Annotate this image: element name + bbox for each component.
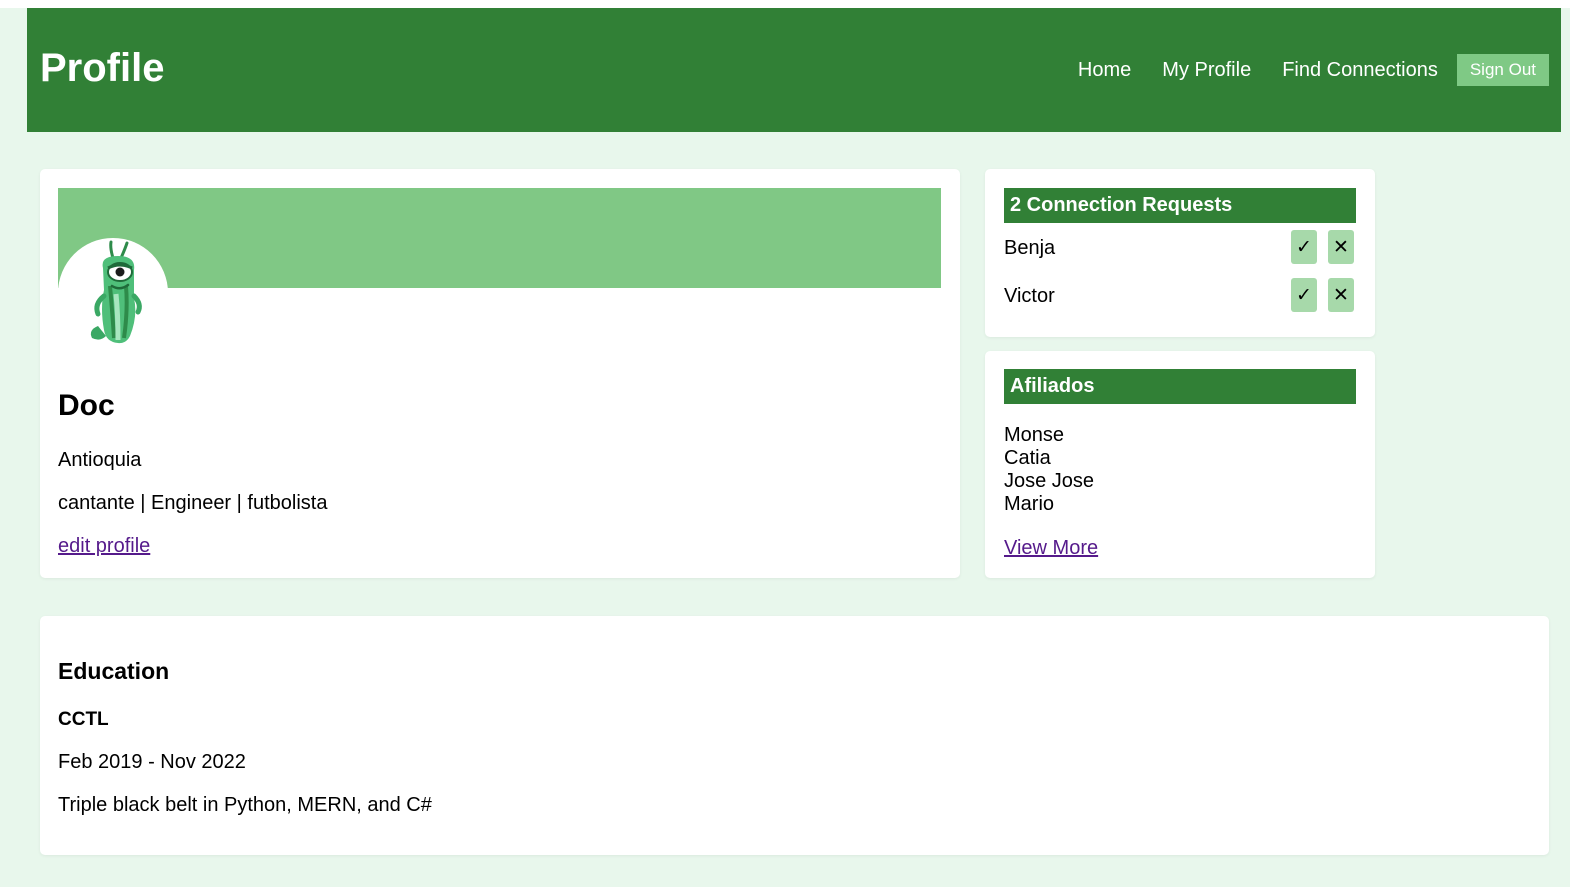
education-description: Triple black belt in Python, MERN, and C… [58, 794, 432, 816]
affiliates-card: Afiliados Monse Catia Jose Jose Mario Vi… [985, 351, 1375, 578]
list-item: Catia [1004, 447, 1051, 469]
nav-link-find-connections[interactable]: Find Connections [1282, 56, 1438, 84]
request-row: Benja ✓ ✕ [1004, 230, 1356, 266]
sign-out-button[interactable]: Sign Out [1456, 54, 1549, 86]
education-title: Education [58, 658, 170, 684]
top-strip [0, 0, 1570, 8]
affiliates-list: Monse Catia Jose Jose Mario [1004, 424, 1094, 516]
green-alien-slug-icon [90, 240, 142, 344]
accept-request-button[interactable]: ✓ [1291, 278, 1317, 312]
decline-request-button[interactable]: ✕ [1328, 230, 1354, 264]
education-card: Education CCTL Feb 2019 - Nov 2022 Tripl… [40, 616, 1549, 855]
profile-location: Antioquia [58, 449, 142, 471]
page-title: Profile [40, 46, 165, 90]
nav-links: Home My Profile Find Connections Sign Ou… [1047, 54, 1549, 86]
nav-link-home[interactable]: Home [1078, 56, 1131, 84]
request-name: Victor [1004, 285, 1055, 307]
education-school: CCTL [58, 709, 109, 730]
edit-profile-link[interactable]: edit profile [58, 534, 150, 558]
education-dates: Feb 2019 - Nov 2022 [58, 751, 246, 773]
request-row: Victor ✓ ✕ [1004, 278, 1356, 314]
list-item: Mario [1004, 493, 1055, 515]
list-item: Jose Jose [1004, 470, 1095, 492]
connection-requests-card: 2 Connection Requests Benja ✓ ✕ Victor ✓… [985, 169, 1375, 337]
accept-request-button[interactable]: ✓ [1291, 230, 1317, 264]
profile-name: Doc [58, 389, 115, 422]
connection-requests-title: 2 Connection Requests [1004, 188, 1356, 223]
navbar: Profile Home My Profile Find Connections… [27, 8, 1561, 132]
request-name: Benja [1004, 237, 1056, 259]
affiliates-title: Afiliados [1004, 369, 1356, 404]
profile-skills: cantante | Engineer | futbolista [58, 492, 328, 514]
decline-request-button[interactable]: ✕ [1328, 278, 1354, 312]
profile-card: Doc Antioquia cantante | Engineer | futb… [40, 169, 960, 578]
list-item: Monse [1004, 424, 1065, 446]
avatar [58, 238, 168, 348]
profile-cover-banner [58, 188, 941, 288]
view-more-link[interactable]: View More [1004, 536, 1098, 560]
nav-link-my-profile[interactable]: My Profile [1162, 56, 1251, 84]
